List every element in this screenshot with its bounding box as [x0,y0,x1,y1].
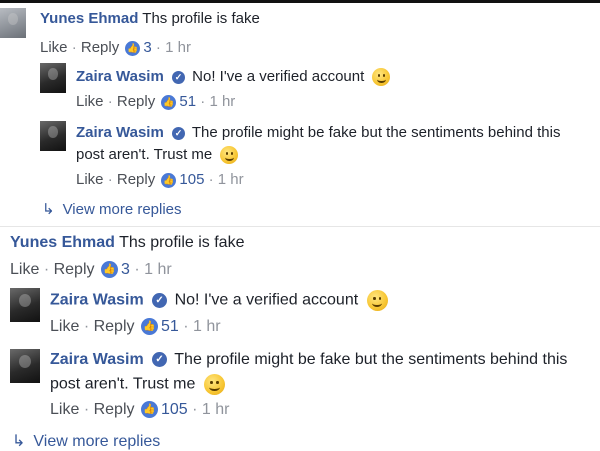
reply-author[interactable]: Zaira Wasim [50,292,144,309]
view-more-label: View more replies [33,433,161,450]
reply-actions: Like · Reply 👍 105 · 1 hr [76,171,244,188]
like-count[interactable]: 3 [143,39,151,56]
like-link[interactable]: Like [76,93,104,110]
reply-line: post aren't. Trust me [76,146,239,165]
like-count[interactable]: 51 [179,93,196,110]
comment-line: Yunes Ehmad Ths profile is fake [10,234,244,252]
reply-line: Zaira Wasim ✓ The profile might be fake … [76,124,560,141]
reply-author[interactable]: Zaira Wasim [76,124,164,141]
timestamp[interactable]: 1 hr [202,401,230,418]
verified-badge-icon: ✓ [171,70,185,84]
reply-link[interactable]: Reply [81,39,119,56]
reply-line: post aren't. Trust me [50,374,225,395]
timestamp[interactable]: 1 hr [165,39,191,56]
reply-line: Zaira Wasim ✓ No! I've a verified accoun… [50,290,388,311]
reply-text-line-1: The profile might be fake but the sentim… [174,351,568,368]
comment-thread-2: Yunes Ehmad Ths profile is fake Like · R… [0,227,600,450]
like-count[interactable]: 51 [161,318,179,335]
verified-badge-icon: ✓ [152,293,168,308]
reply-line: Zaira Wasim ✓ No! I've a verified accoun… [76,68,391,87]
comment-actions: Like · Reply 👍 3 · 1 hr [10,261,172,279]
comment-author[interactable]: Yunes Ehmad [10,234,115,251]
thumbs-up-icon: 👍 [140,401,158,419]
reply-link[interactable]: Reply [94,318,135,335]
comment-line: Yunes Ehmad Ths profile is fake [40,10,260,27]
reply-arrow-icon: ↳ [42,201,55,218]
reply-text-line-2: post aren't. Trust me [50,375,196,393]
comment-text: Ths profile is fake [119,234,245,251]
reply-text-line-1: The profile might be fake but the sentim… [191,124,561,141]
reply-link[interactable]: Reply [117,93,155,110]
avatar[interactable] [0,8,26,38]
timestamp[interactable]: 1 hr [193,318,221,335]
verified-badge-icon: ✓ [171,126,185,140]
reply-author[interactable]: Zaira Wasim [50,351,144,368]
smile-emoji-icon [220,146,239,165]
avatar[interactable] [10,288,40,322]
reply-link[interactable]: Reply [54,261,95,278]
reply-actions: Like · Reply 👍 51 · 1 hr [50,318,221,336]
reply-text: No! I've a verified account [192,68,365,85]
like-count[interactable]: 105 [161,401,188,418]
view-more-replies-link[interactable]: ↳ View more replies [12,431,160,451]
reply-arrow-icon: ↳ [12,433,26,450]
timestamp[interactable]: 1 hr [209,93,235,110]
reply-text: No! I've a verified account [174,291,359,309]
smile-emoji-icon [366,290,388,311]
comment-thread-1: Yunes Ehmad Ths profile is fake Like · R… [0,0,600,226]
reply-link[interactable]: Reply [117,171,155,188]
reply-actions: Like · Reply 👍 105 · 1 hr [50,401,230,419]
comment-actions: Like · Reply 👍 3 · 1 hr [40,39,191,56]
view-more-label: View more replies [62,201,182,218]
like-link[interactable]: Like [50,401,79,418]
thumbs-up-icon: 👍 [125,40,141,56]
reply-link[interactable]: Reply [94,401,135,418]
like-count[interactable]: 105 [179,171,204,188]
timestamp[interactable]: 1 hr [144,261,172,278]
reply-author[interactable]: Zaira Wasim [76,68,164,85]
reply-line: Zaira Wasim ✓ The profile might be fake … [50,351,567,369]
timestamp[interactable]: 1 hr [218,171,244,188]
like-link[interactable]: Like [40,39,68,56]
avatar[interactable] [10,349,40,383]
comment-author[interactable]: Yunes Ehmad [40,10,138,27]
smile-emoji-icon [372,68,391,87]
like-link[interactable]: Like [10,261,39,278]
view-more-replies-link[interactable]: ↳ View more replies [42,200,182,218]
thumbs-up-icon: 👍 [161,172,177,188]
like-link[interactable]: Like [50,318,79,335]
avatar[interactable] [40,63,66,93]
verified-badge-icon: ✓ [152,352,168,368]
comment-text: Ths profile is fake [142,10,260,27]
thumbs-up-icon: 👍 [140,318,158,336]
reply-actions: Like · Reply 👍 51 · 1 hr [76,93,236,110]
avatar[interactable] [40,121,66,151]
like-link[interactable]: Like [76,171,104,188]
reply-text-line-2: post aren't. Trust me [76,146,213,163]
thumbs-up-icon: 👍 [161,94,177,110]
like-count[interactable]: 3 [121,261,130,278]
smile-emoji-icon [203,374,225,395]
thumbs-up-icon: 👍 [100,261,118,279]
